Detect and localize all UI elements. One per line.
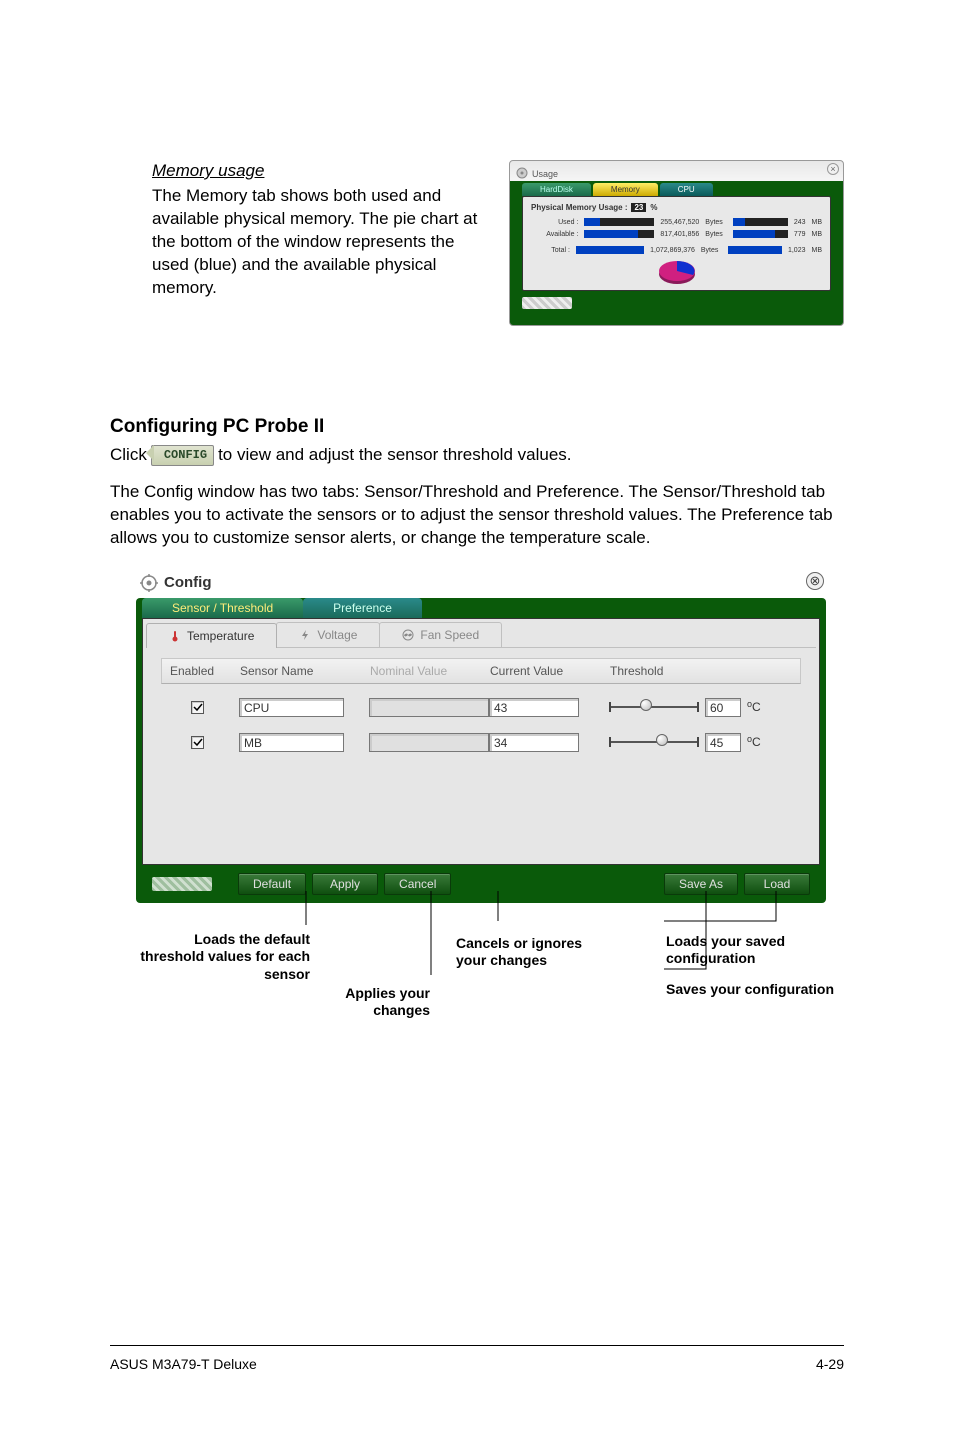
- default-button[interactable]: Default: [238, 873, 306, 895]
- bytes-unit: Bytes: [701, 247, 719, 254]
- mem-total-mb: 1,023: [788, 247, 806, 254]
- threshold-field[interactable]: 60: [705, 698, 741, 717]
- callout-apply: Applies your changes: [300, 985, 430, 1020]
- resize-grip: [522, 297, 572, 309]
- gear-icon: [140, 574, 158, 592]
- nominal-field: [369, 698, 489, 717]
- callout-cancel: Cancels or ignores your changes: [456, 935, 586, 970]
- tab-memory[interactable]: Memory: [593, 183, 658, 196]
- mem-available-mb: 779: [794, 231, 806, 238]
- click-suffix: to view and adjust the sensor threshold …: [218, 444, 571, 467]
- bytes-unit: Bytes: [705, 231, 723, 238]
- bytes-unit: Bytes: [705, 219, 723, 226]
- save-as-button[interactable]: Save As: [664, 873, 738, 895]
- disc-icon: [516, 167, 528, 181]
- sensor-row-cpu: CPU 43 60 oC: [161, 694, 801, 721]
- bolt-icon: [299, 629, 311, 641]
- mem-used-mb: 243: [794, 219, 806, 226]
- percent-unit: %: [650, 203, 657, 212]
- config-window: Config ⊗ Sensor / Threshold Preference T…: [136, 570, 826, 903]
- unit-degree-c: oC: [747, 734, 761, 749]
- mem-available-bytes: 817,401,856: [660, 231, 699, 238]
- mem-used-label: Used :: [538, 219, 578, 226]
- apply-button[interactable]: Apply: [312, 873, 378, 895]
- thermometer-icon: [169, 630, 181, 642]
- subtab-temperature[interactable]: Temperature: [146, 623, 277, 648]
- memory-usage-percent: 23: [631, 203, 646, 212]
- tab-preference[interactable]: Preference: [303, 598, 422, 618]
- memory-pie-chart: [655, 258, 699, 286]
- threshold-slider[interactable]: [609, 703, 699, 711]
- callout-load: Loads your saved configuration: [666, 933, 836, 968]
- usage-title: Usage: [532, 169, 558, 179]
- configuring-paragraph: The Config window has two tabs: Sensor/T…: [110, 481, 844, 550]
- resize-grip: [152, 877, 212, 891]
- col-nominal: Nominal Value: [370, 664, 490, 678]
- enable-checkbox[interactable]: [191, 736, 204, 749]
- unit-degree-c: oC: [747, 699, 761, 714]
- sensor-row-mb: MB 34 45 oC: [161, 729, 801, 756]
- col-enabled: Enabled: [170, 664, 240, 678]
- current-value-field: 43: [489, 698, 579, 717]
- mem-row-total: Total : 1,072,869,376 Bytes 1,023 MB: [531, 246, 822, 254]
- tab-cpu[interactable]: CPU: [660, 183, 713, 196]
- usage-window: Usage × HardDisk Memory CPU Physical Mem…: [509, 160, 844, 326]
- threshold-field[interactable]: 45: [705, 733, 741, 752]
- mb-unit: MB: [812, 247, 823, 254]
- configuring-heading: Configuring PC Probe II: [110, 416, 844, 438]
- callout-save: Saves your configuration: [666, 981, 836, 999]
- sensor-name-field[interactable]: CPU: [239, 698, 344, 717]
- close-icon[interactable]: ⊗: [806, 572, 824, 590]
- footer-right: 4-29: [816, 1356, 844, 1372]
- memory-usage-paragraph: The Memory tab shows both used and avail…: [152, 185, 479, 300]
- subtab-fanspeed-label: Fan Speed: [420, 628, 479, 642]
- col-current: Current Value: [490, 664, 610, 678]
- threshold-slider[interactable]: [609, 738, 699, 746]
- click-prefix: Click: [110, 444, 147, 467]
- mem-row-used: Used : 255,467,520 Bytes 243 MB: [531, 218, 822, 226]
- mem-used-bytes: 255,467,520: [660, 219, 699, 226]
- subtab-fanspeed[interactable]: Fan Speed: [379, 622, 502, 647]
- grid-header: Enabled Sensor Name Nominal Value Curren…: [161, 658, 801, 684]
- mem-total-label: Total :: [531, 247, 570, 254]
- enable-checkbox[interactable]: [191, 701, 204, 714]
- mem-total-bytes: 1,072,869,376: [650, 247, 695, 254]
- tab-sensor-threshold[interactable]: Sensor / Threshold: [142, 598, 303, 618]
- footer-left: ASUS M3A79-T Deluxe: [110, 1356, 257, 1372]
- close-icon[interactable]: ×: [827, 163, 839, 175]
- config-title: Config: [164, 574, 211, 591]
- subtab-temperature-label: Temperature: [187, 629, 254, 643]
- col-threshold: Threshold: [610, 664, 800, 678]
- tab-harddisk[interactable]: HardDisk: [522, 183, 591, 196]
- config-badge: CONFIG: [151, 445, 214, 465]
- load-button[interactable]: Load: [744, 873, 810, 895]
- mb-unit: MB: [812, 219, 823, 226]
- nominal-field: [369, 733, 489, 752]
- mem-row-available: Available : 817,401,856 Bytes 779 MB: [531, 230, 822, 238]
- mb-unit: MB: [812, 231, 823, 238]
- fan-icon: [402, 629, 414, 641]
- memory-usage-heading: Memory usage: [152, 160, 479, 183]
- physical-memory-label: Physical Memory Usage :: [531, 203, 627, 212]
- sensor-name-field[interactable]: MB: [239, 733, 344, 752]
- mem-available-label: Available :: [538, 231, 578, 238]
- subtab-voltage[interactable]: Voltage: [276, 622, 380, 647]
- col-sensor-name: Sensor Name: [240, 664, 370, 678]
- callouts: Loads the default threshold values for e…: [136, 911, 826, 1031]
- cancel-button[interactable]: Cancel: [384, 873, 451, 895]
- current-value-field: 34: [489, 733, 579, 752]
- subtab-voltage-label: Voltage: [317, 628, 357, 642]
- callout-default: Loads the default threshold values for e…: [130, 931, 310, 984]
